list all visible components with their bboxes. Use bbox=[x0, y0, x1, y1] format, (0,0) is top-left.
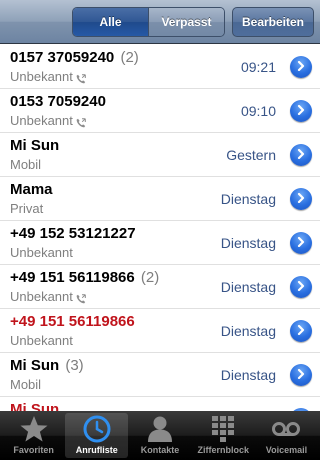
call-label-text: Unbekannt bbox=[10, 245, 73, 260]
chevron-right-icon bbox=[297, 234, 305, 252]
call-name-text: Mama bbox=[10, 181, 53, 198]
call-time: Dienstag bbox=[220, 367, 276, 383]
call-label-text: Unbekannt bbox=[10, 289, 73, 304]
call-label: Privat bbox=[10, 201, 43, 216]
call-name: +49 152 53121227 bbox=[10, 225, 136, 242]
outgoing-call-icon bbox=[76, 292, 86, 303]
call-name: +49 151 56119866 bbox=[10, 313, 135, 330]
call-name: Mi Sun bbox=[10, 401, 59, 411]
tab-favorites[interactable]: Favoriten bbox=[2, 413, 65, 458]
tab-label: Voicemail bbox=[265, 445, 308, 455]
call-row[interactable]: +49 152 53121227 Unbekannt Dienstag bbox=[0, 221, 320, 265]
tab-voicemail[interactable]: Voicemail bbox=[255, 413, 318, 458]
chevron-right-icon bbox=[297, 58, 305, 76]
call-row[interactable]: 0153 7059240 Unbekannt 09:10 bbox=[0, 89, 320, 133]
recents-list: 0157 37059240 (2) Unbekannt 09:21 0153 7059… bbox=[0, 45, 320, 411]
contacts-icon bbox=[148, 416, 172, 442]
call-count: (3) bbox=[65, 357, 84, 374]
call-label-text: Privat bbox=[10, 201, 44, 216]
detail-disclosure-button[interactable] bbox=[290, 100, 312, 122]
call-label-text: Mobil bbox=[10, 157, 42, 172]
call-row[interactable]: 0157 37059240 (2) Unbekannt 09:21 bbox=[0, 45, 320, 89]
chevron-right-icon bbox=[297, 278, 305, 296]
call-name-text: 0153 7059240 bbox=[10, 93, 106, 110]
detail-disclosure-button[interactable] bbox=[290, 232, 312, 254]
call-row[interactable]: Mi Sun bbox=[0, 397, 320, 411]
voicemail-icon bbox=[272, 422, 301, 436]
tab-label: Kontakte bbox=[140, 445, 180, 455]
chevron-right-icon bbox=[297, 322, 305, 340]
clock-icon bbox=[83, 415, 111, 443]
keypad-icon bbox=[212, 416, 235, 442]
call-label: Unbekannt bbox=[10, 113, 86, 128]
navigation-bar: Alle Verpasst Bearbeiten bbox=[0, 0, 320, 44]
call-label-text: Unbekannt bbox=[10, 69, 73, 84]
call-name: +49 151 56119866 (2) bbox=[10, 269, 159, 286]
detail-disclosure-button[interactable] bbox=[290, 144, 312, 166]
call-name-text: Mi Sun bbox=[10, 137, 60, 154]
call-label: Unbekannt bbox=[10, 333, 73, 348]
call-row[interactable]: Mi Sun Mobil Gestern bbox=[0, 133, 320, 177]
chevron-right-icon bbox=[297, 146, 305, 164]
call-name-text: Mi Sun bbox=[10, 401, 60, 411]
call-count: (2) bbox=[140, 269, 160, 286]
edit-button[interactable]: Bearbeiten bbox=[232, 7, 314, 37]
call-label-text: Unbekannt bbox=[10, 113, 73, 128]
segment-missed-button[interactable]: Verpasst bbox=[148, 8, 224, 36]
chevron-right-icon bbox=[297, 366, 305, 384]
call-time: Dienstag bbox=[220, 235, 276, 251]
call-time: Dienstag bbox=[220, 279, 276, 295]
call-row[interactable]: +49 151 56119866 Unbekannt Dienstag bbox=[0, 309, 320, 353]
outgoing-call-icon bbox=[76, 72, 86, 83]
call-label-text: Unbekannt bbox=[10, 333, 73, 348]
call-time: 09:21 bbox=[240, 59, 276, 75]
call-name: Mama bbox=[10, 181, 53, 198]
tab-contacts[interactable]: Kontakte bbox=[128, 413, 191, 458]
call-time: Dienstag bbox=[220, 191, 276, 207]
detail-disclosure-button[interactable] bbox=[290, 364, 312, 386]
call-label: Mobil bbox=[10, 157, 41, 172]
chevron-right-icon bbox=[297, 190, 305, 208]
call-name-text: Mi Sun bbox=[10, 357, 60, 374]
call-count: (2) bbox=[120, 49, 139, 66]
call-row[interactable]: Mama Privat Dienstag bbox=[0, 177, 320, 221]
call-label: Unbekannt bbox=[10, 69, 86, 84]
segment-all-button[interactable]: Alle bbox=[73, 8, 148, 36]
call-label-text: Mobil bbox=[10, 377, 42, 392]
call-label: Mobil bbox=[10, 377, 41, 392]
tab-recents[interactable]: Anrufliste bbox=[65, 413, 129, 458]
call-name: Mi Sun (3) bbox=[10, 357, 84, 374]
call-time: 09:10 bbox=[240, 103, 276, 119]
call-time: Dienstag bbox=[220, 323, 276, 339]
tab-bar: Favoriten Anrufliste Kontakte Ziffernblo… bbox=[0, 411, 320, 460]
call-name-text: +49 152 53121227 bbox=[10, 225, 136, 242]
tab-keypad[interactable]: Ziffernblock bbox=[192, 413, 255, 458]
call-name-text: +49 151 56119866 bbox=[10, 269, 135, 286]
tab-label: Favoriten bbox=[13, 445, 54, 455]
call-name: 0153 7059240 bbox=[10, 93, 106, 110]
call-name: 0157 37059240 (2) bbox=[10, 49, 139, 66]
call-name-text: +49 151 56119866 bbox=[10, 313, 135, 330]
chevron-right-icon bbox=[297, 102, 305, 120]
call-row[interactable]: +49 151 56119866 (2) Unbekannt Dienstag bbox=[0, 265, 320, 309]
detail-disclosure-button[interactable] bbox=[290, 56, 312, 78]
call-time: Gestern bbox=[226, 147, 276, 163]
call-row[interactable]: Mi Sun (3) Mobil Dienstag bbox=[0, 353, 320, 397]
star-icon bbox=[20, 416, 48, 442]
call-name: Mi Sun bbox=[10, 137, 59, 154]
call-name-text: 0157 37059240 bbox=[10, 49, 115, 66]
call-label: Unbekannt bbox=[10, 245, 73, 260]
detail-disclosure-button[interactable] bbox=[290, 276, 312, 298]
call-label: Unbekannt bbox=[10, 289, 86, 304]
call-filter-segmented-control: Alle Verpasst bbox=[72, 7, 225, 37]
detail-disclosure-button[interactable] bbox=[290, 320, 312, 342]
tab-label: Ziffernblock bbox=[197, 445, 249, 455]
tab-label: Anrufliste bbox=[75, 445, 118, 455]
detail-disclosure-button[interactable] bbox=[290, 188, 312, 210]
outgoing-call-icon bbox=[76, 116, 86, 127]
